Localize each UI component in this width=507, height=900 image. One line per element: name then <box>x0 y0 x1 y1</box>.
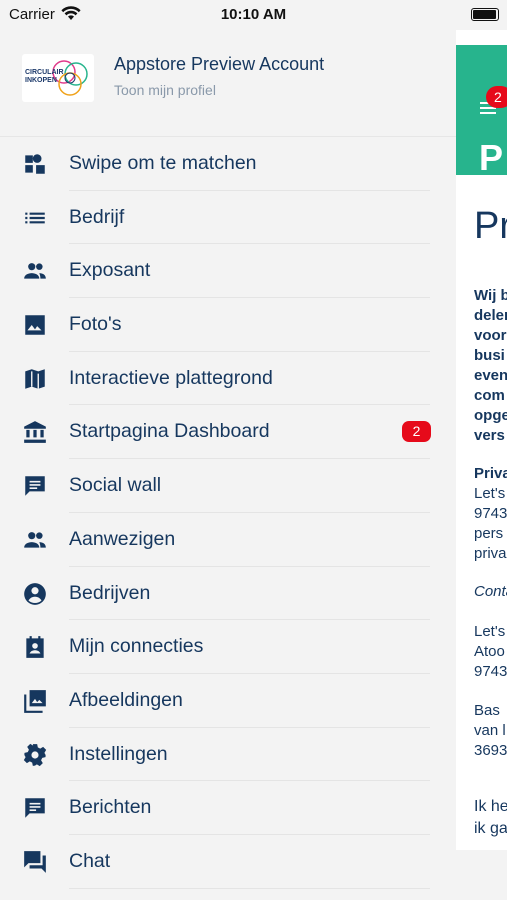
menu-item-label: Social wall <box>69 474 162 497</box>
menu-item-label: Berichten <box>69 796 152 819</box>
page-title: Pr <box>474 205 507 247</box>
organization-logo: CIRCULAIR INKOPEN <box>22 54 94 102</box>
menu-item-dashboard[interactable]: Startpagina Dashboard 2 <box>0 405 456 460</box>
menu-item-swipe[interactable]: Swipe om te matchen <box>0 137 456 191</box>
body-text: van l <box>474 722 506 739</box>
body-text: voor <box>474 327 507 344</box>
message-icon <box>22 795 48 821</box>
chat-bubble-icon <box>22 473 48 499</box>
section-heading: Priva <box>474 465 507 482</box>
menu-item-bedrijf[interactable]: Bedrijf <box>0 191 456 245</box>
bank-icon <box>22 419 48 445</box>
profile-name: Appstore Preview Account <box>114 54 325 74</box>
logo-wordmark: CIRCULAIR INKOPEN <box>25 69 64 84</box>
body-text: pers <box>474 525 504 542</box>
photo-icon <box>22 312 48 338</box>
list-icon <box>22 205 48 231</box>
gear-icon <box>22 742 48 768</box>
menu-item-social-wall[interactable]: Social wall <box>0 459 456 513</box>
profile-header[interactable]: CIRCULAIR INKOPEN Appstore Preview Accou… <box>0 30 456 138</box>
menu-item-aanwezigen[interactable]: Aanwezigen <box>0 513 456 567</box>
status-bar: Carrier 10:10 AM <box>0 0 507 30</box>
profile-subtitle[interactable]: Toon mijn profiel <box>114 82 216 98</box>
menu-item-label: Swipe om te matchen <box>69 152 257 174</box>
body-text: even <box>474 367 507 384</box>
navigation-drawer: CIRCULAIR INKOPEN Appstore Preview Accou… <box>0 30 456 900</box>
body-text: Let's <box>474 485 506 502</box>
photo-library-icon <box>22 688 48 714</box>
page-header: 2 P <box>456 45 507 178</box>
menu-item-label: Startpagina Dashboard <box>69 420 270 443</box>
people-icon <box>22 258 48 284</box>
body-text: priva <box>474 545 507 562</box>
notification-badge: 2 <box>402 421 431 443</box>
battery-icon <box>471 8 499 21</box>
menu-item-connecties[interactable]: Mijn connecties <box>0 620 456 674</box>
body-text: Ik he <box>474 798 507 815</box>
menu-item-label: Foto's <box>69 313 122 336</box>
body-text: Bas <box>474 702 500 719</box>
menu-item-chat[interactable]: Chat <box>0 835 456 889</box>
menu-item-label: Aanwezigen <box>69 527 176 550</box>
menu-item-bedrijven[interactable]: Bedrijven <box>0 567 456 621</box>
menu-item-label: Bedrijven <box>69 581 151 604</box>
body-text: Atoo <box>474 643 505 660</box>
menu-item-label: Exposant <box>69 259 151 282</box>
account-circle-icon <box>22 581 48 607</box>
header-title: P <box>479 137 504 178</box>
contact-calendar-icon <box>22 634 48 660</box>
section-label: Conta <box>474 583 507 600</box>
menu-item-label: Interactieve plattegrond <box>69 366 273 389</box>
map-icon <box>22 366 48 392</box>
menu-item-label: Afbeeldingen <box>69 688 183 711</box>
clock: 10:10 AM <box>220 6 287 23</box>
menu-item-label: Bedrijf <box>69 205 125 228</box>
body-text: 3693 <box>474 742 507 759</box>
menu-list: Swipe om te matchen Bedrijf Exposant Fot… <box>0 137 456 889</box>
menu-item-label: Chat <box>69 849 111 872</box>
swipe-match-icon <box>22 151 48 177</box>
body-text: delen <box>474 307 507 324</box>
menu-item-label: Instellingen <box>69 742 168 765</box>
menu-item-berichten[interactable]: Berichten <box>0 781 456 835</box>
menu-item-plattegrond[interactable]: Interactieve plattegrond <box>0 352 456 406</box>
menu-item-exposant[interactable]: Exposant <box>0 244 456 299</box>
body-text: Let's <box>474 623 506 640</box>
body-text: opge <box>474 407 507 424</box>
notification-badge: 2 <box>486 86 507 108</box>
content-panel[interactable]: 2 P Pr Wij b delen voor busi even com op… <box>456 30 507 850</box>
body-text: busi <box>474 347 505 364</box>
body-text: ik ga <box>474 820 507 837</box>
menu-item-instellingen[interactable]: Instellingen <box>0 728 456 782</box>
menu-item-fotos[interactable]: Foto's <box>0 298 456 352</box>
divider <box>69 887 430 889</box>
menu-item-label: Mijn connecties <box>69 635 204 658</box>
forum-icon <box>22 849 48 875</box>
people-icon <box>22 527 48 553</box>
body-text: com <box>474 387 505 404</box>
body-text: 9743 <box>474 663 507 680</box>
menu-item-afbeeldingen[interactable]: Afbeeldingen <box>0 674 456 728</box>
body-text: 9743 <box>474 505 507 522</box>
body-text: vers <box>474 427 505 444</box>
body-text: Wij b <box>474 287 507 304</box>
bottom-area <box>456 850 507 900</box>
